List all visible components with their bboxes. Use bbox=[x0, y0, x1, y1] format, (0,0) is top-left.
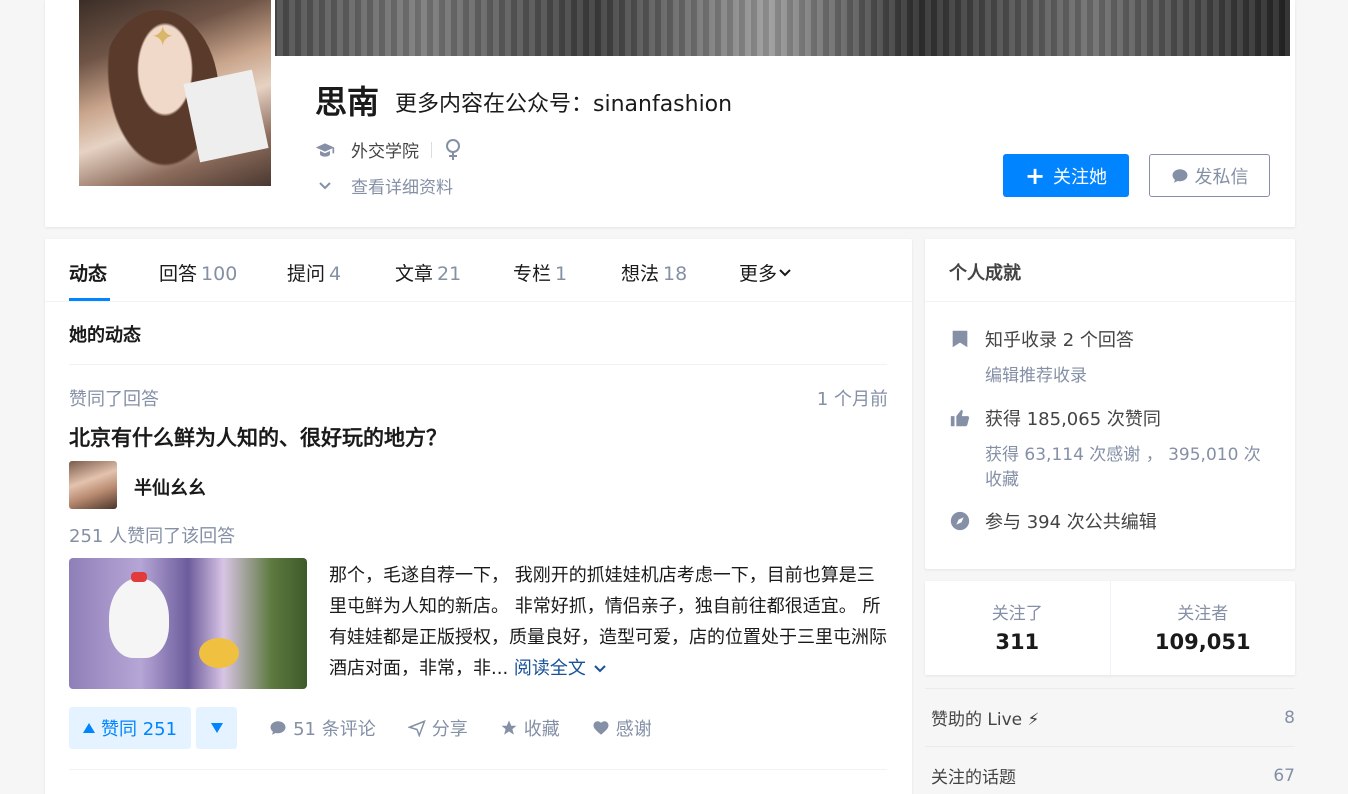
collect-edit-text: 编辑推荐收录 bbox=[985, 366, 1087, 386]
vote-summary: 251 人赞同了该回答 bbox=[69, 526, 236, 547]
achievements-card: 个人成就 知乎收录 2 个回答 编辑推荐收录 获得 185,065 次赞同 获得… bbox=[925, 239, 1295, 569]
chat-bubble-icon bbox=[1172, 168, 1187, 183]
answer-actions: 赞同 251 51 条评论 分享 收藏 感谢 bbox=[69, 707, 652, 749]
following-count: 311 bbox=[995, 630, 1040, 654]
star-icon bbox=[501, 720, 517, 735]
feed-time: 1 个月前 bbox=[816, 389, 888, 410]
side-list: 赞助的 Live ⚡ 8 关注的话题 67 bbox=[925, 688, 1295, 794]
triangle-up-icon bbox=[83, 723, 95, 733]
education-row: 外交学院 bbox=[315, 137, 462, 162]
upvote-label: 赞同 251 bbox=[101, 719, 178, 740]
edits-row: 参与 394 次公共编辑 bbox=[949, 508, 1157, 534]
view-details-label: 查看详细资料 bbox=[351, 178, 453, 198]
thumbnail-snail bbox=[199, 638, 239, 668]
thanks-button[interactable]: 感谢 bbox=[592, 715, 652, 741]
side-item-count: 8 bbox=[1284, 707, 1295, 728]
side-item-live[interactable]: 赞助的 Live ⚡ 8 bbox=[925, 688, 1295, 746]
bookmark-icon bbox=[952, 330, 968, 348]
plus-icon: + bbox=[1024, 161, 1046, 190]
graduation-cap-icon bbox=[315, 142, 335, 157]
side-item-label: 关注的话题 bbox=[931, 768, 1016, 788]
following-label: 关注了 bbox=[991, 604, 1043, 624]
edits-text: 参与 394 次公共编辑 bbox=[985, 512, 1157, 533]
follow-stats-card: 关注了 311 关注者 109,051 bbox=[925, 581, 1295, 675]
following-stat[interactable]: 关注了 311 bbox=[925, 581, 1110, 675]
collect-text: 知乎收录 2 个回答 bbox=[985, 330, 1134, 351]
view-details-link[interactable]: 查看详细资料 bbox=[315, 173, 453, 198]
tab-questions[interactable]: 提问 4 bbox=[287, 259, 341, 286]
thumbnail-bow bbox=[131, 572, 147, 582]
section-title: 她的动态 bbox=[69, 325, 141, 346]
chevron-down-icon bbox=[593, 665, 606, 673]
avatar-paper bbox=[183, 69, 269, 163]
upvote-button[interactable]: 赞同 251 bbox=[69, 707, 192, 749]
achievements-title: 个人成就 bbox=[925, 239, 1295, 302]
compass-icon bbox=[950, 511, 970, 531]
comment-icon bbox=[270, 721, 286, 735]
answer-thumbnail[interactable] bbox=[69, 558, 307, 689]
triangle-down-icon bbox=[210, 723, 223, 733]
active-tab-indicator bbox=[69, 298, 110, 301]
side-item-topics[interactable]: 关注的话题 67 bbox=[925, 746, 1295, 794]
chevron-down-icon bbox=[319, 181, 331, 189]
collect-row: 知乎收录 2 个回答 bbox=[949, 326, 1134, 352]
side-item-count: 67 bbox=[1273, 765, 1295, 786]
favorite-label: 收藏 bbox=[523, 719, 560, 740]
upvotes-text: 获得 185,065 次赞同 bbox=[985, 409, 1161, 430]
activity-card: 动态 回答 100 提问 4 文章 21 专栏 1 想法 18 更多 她的动态 赞同了回答… bbox=[45, 239, 912, 794]
favorite-button[interactable]: 收藏 bbox=[500, 715, 560, 741]
thumbs-up-icon bbox=[950, 409, 970, 427]
excerpt-text: 那个，毛遂自荐一下， 我刚开的抓娃娃机店考虑一下，目前也算是三里屯鲜为人知的新店… bbox=[329, 565, 887, 679]
female-symbol-icon bbox=[446, 138, 460, 160]
answer-excerpt[interactable]: 那个，毛遂自荐一下， 我刚开的抓娃娃机店考虑一下，目前也算是三里屯鲜为人知的新店… bbox=[329, 560, 889, 684]
followers-stat[interactable]: 关注者 109,051 bbox=[1109, 581, 1296, 675]
side-item-label: 赞助的 Live ⚡ bbox=[931, 710, 1040, 730]
profile-headline: 更多内容在公众号：sinanfashion bbox=[395, 92, 733, 117]
chevron-down-icon bbox=[779, 268, 791, 276]
question-title[interactable]: 北京有什么鲜为人知的、很好玩的地方？ bbox=[69, 422, 447, 452]
tab-articles[interactable]: 文章 21 bbox=[395, 259, 461, 286]
thanks-label: 感谢 bbox=[615, 719, 652, 740]
downvote-button[interactable] bbox=[196, 707, 238, 749]
author-avatar[interactable] bbox=[69, 461, 117, 509]
tab-answers[interactable]: 回答 100 bbox=[159, 259, 237, 286]
heart-icon bbox=[593, 721, 609, 735]
share-label: 分享 bbox=[431, 719, 468, 740]
message-label: 发私信 bbox=[1194, 166, 1249, 188]
comments-button[interactable]: 51 条评论 bbox=[269, 715, 376, 741]
comments-label: 51 条评论 bbox=[293, 719, 376, 740]
follow-button[interactable]: + 关注她 bbox=[1003, 154, 1129, 197]
share-button[interactable]: 分享 bbox=[407, 715, 468, 741]
profile-header: ✦ 思南 更多内容在公众号：sinanfashion 外交学院 查看详细资料 +… bbox=[45, 0, 1295, 227]
hairpin-icon: ✦ bbox=[151, 20, 175, 53]
read-more-link[interactable]: 阅读全文 bbox=[514, 658, 608, 679]
feed-action: 赞同了回答 bbox=[69, 389, 159, 410]
avatar[interactable]: ✦ bbox=[75, 0, 275, 190]
tab-activity[interactable]: 动态 bbox=[69, 259, 107, 286]
profile-name: 思南 bbox=[315, 83, 380, 121]
share-icon bbox=[407, 719, 426, 737]
followers-count: 109,051 bbox=[1154, 630, 1251, 654]
profile-tabs: 动态 回答 100 提问 4 文章 21 专栏 1 想法 18 更多 bbox=[45, 239, 912, 302]
info-divider bbox=[431, 141, 432, 158]
thanks-favs-text: 获得 63,114 次感谢 ， 395,010 次收藏 bbox=[985, 445, 1261, 490]
thumbnail-cat bbox=[109, 578, 169, 658]
divider bbox=[69, 364, 887, 365]
tab-more[interactable]: 更多 bbox=[739, 259, 793, 286]
tab-columns[interactable]: 专栏 1 bbox=[513, 259, 567, 286]
tab-thoughts[interactable]: 想法 18 bbox=[621, 259, 687, 286]
upvotes-row: 获得 185,065 次赞同 bbox=[949, 405, 1161, 431]
author-name[interactable]: 半仙幺幺 bbox=[134, 474, 206, 500]
follow-label: 关注她 bbox=[1053, 166, 1108, 188]
message-button[interactable]: 发私信 bbox=[1149, 154, 1270, 197]
school-name: 外交学院 bbox=[351, 142, 419, 162]
divider bbox=[69, 769, 887, 770]
followers-label: 关注者 bbox=[1177, 604, 1229, 624]
